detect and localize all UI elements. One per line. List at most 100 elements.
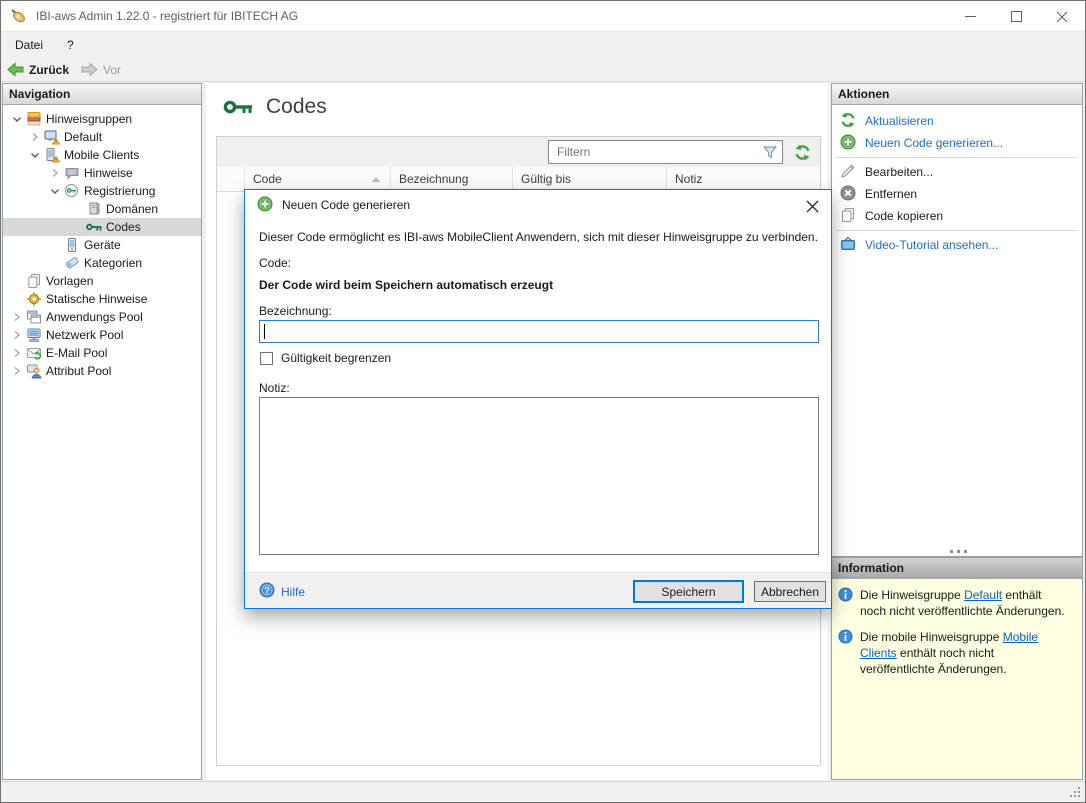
dialog-title: Neuen Code generieren [282, 198, 411, 212]
help-link[interactable]: ? Hilfe [259, 582, 305, 601]
chevron-down-icon [47, 185, 63, 197]
notiz-field[interactable] [259, 397, 819, 555]
status-bar [1, 781, 1085, 802]
tree-item-attribut-pool[interactable]: Attribut Pool [3, 362, 201, 380]
tree-item-kategorien[interactable]: Kategorien [3, 254, 201, 272]
back-button[interactable]: Zurück [1, 60, 75, 79]
tag-icon [63, 255, 80, 271]
tree-item-hinweise[interactable]: Hinweise [3, 164, 201, 182]
dialog-title-bar: Neuen Code generieren [245, 190, 831, 220]
pencil-icon [840, 163, 856, 182]
tree-item-label: Geräte [84, 238, 121, 252]
filter-bar [217, 137, 820, 167]
information-header: Information [832, 558, 1082, 579]
navigation-tree: Hinweisgruppen Default Mobile Clients Hi… [3, 105, 201, 380]
tree-item-domaenen[interactable]: Domänen [3, 200, 201, 218]
action-code-kopieren[interactable]: Code kopieren [832, 205, 1082, 227]
tree-item-label: Kategorien [84, 256, 143, 270]
registration-icon [63, 183, 80, 199]
video-tv-icon [840, 236, 856, 255]
menu-bar: Datei ? [1, 32, 1085, 58]
tree-item-hinweisgruppen[interactable]: Hinweisgruppen [3, 110, 201, 128]
info-text: Die Hinweisgruppe Default enthält noch n… [860, 587, 1068, 619]
nav-toolbar: Zurück Vor [1, 58, 1085, 82]
validity-checkbox-row[interactable]: Gültigkeit begrenzen [260, 351, 391, 365]
tree-item-label: Default [64, 130, 103, 144]
tree-item-statische-hinweise[interactable]: Statische Hinweise [3, 290, 201, 308]
chevron-right-icon [9, 347, 25, 359]
tree-item-mobile-clients[interactable]: Mobile Clients [3, 146, 201, 164]
info-icon [838, 587, 853, 619]
tree-item-label: Anwendungs Pool [46, 310, 143, 324]
bezeichnung-field[interactable] [259, 320, 819, 343]
tree-item-label: Codes [106, 220, 141, 234]
app-windows-icon [25, 309, 42, 325]
navigation-panel: Navigation Hinweisgruppen Default Mobile… [2, 83, 202, 780]
tree-item-anwendungs-pool[interactable]: Anwendungs Pool [3, 308, 201, 326]
column-header-notiz[interactable]: Notiz [667, 167, 820, 191]
column-label: Notiz [675, 172, 703, 186]
add-circle-icon [840, 134, 856, 153]
splitter-handle[interactable] [941, 547, 975, 555]
filter-funnel-icon[interactable] [760, 143, 780, 161]
forward-arrow-icon [81, 62, 98, 77]
tree-item-geraete[interactable]: Geräte [3, 236, 201, 254]
notiz-field-wrap [259, 397, 819, 555]
tree-item-label: Domänen [106, 202, 159, 216]
column-header-code[interactable]: Code [245, 167, 391, 191]
tree-item-label: Mobile Clients [64, 148, 140, 162]
action-entfernen[interactable]: Entfernen [832, 183, 1082, 205]
table-header-selector [217, 167, 245, 191]
information-panel: Information Die Hinweisgruppe Default en… [831, 557, 1083, 780]
dialog-description: Dieser Code ermöglicht es IBI-aws Mobile… [259, 230, 818, 244]
chevron-right-icon [27, 131, 43, 143]
tree-item-email-pool[interactable]: E-Mail Pool [3, 344, 201, 362]
maximize-button[interactable] [993, 1, 1039, 32]
column-header-gueltig-bis[interactable]: Gültig bis [513, 167, 667, 191]
refresh-icon[interactable] [792, 142, 812, 162]
forward-button[interactable]: Vor [75, 60, 127, 79]
chevron-down-icon [9, 113, 25, 125]
back-label: Zurück [29, 62, 70, 77]
action-aktualisieren[interactable]: Aktualisieren [832, 110, 1082, 132]
action-neuen-code-generieren[interactable]: Neuen Code generieren... [832, 132, 1082, 154]
info-link-default[interactable]: Default [964, 588, 1002, 602]
cancel-button[interactable]: Abbrechen [754, 581, 826, 602]
tree-item-label: Netzwerk Pool [46, 328, 124, 342]
app-window: IBI-aws Admin 1.22.0 - registriert für I… [0, 0, 1086, 803]
copy-icon [840, 207, 856, 226]
network-computer-icon [25, 327, 42, 343]
svg-text:?: ? [264, 585, 270, 596]
speech-bubble-icon [63, 165, 80, 181]
save-button[interactable]: Speichern [633, 580, 744, 603]
close-button[interactable] [1039, 1, 1085, 32]
menu-item-help[interactable]: ? [57, 34, 84, 56]
chevron-right-icon [9, 365, 25, 377]
tree-item-label: Hinweisgruppen [46, 112, 133, 126]
action-label: Entfernen [865, 187, 918, 201]
resize-grip[interactable] [1069, 786, 1081, 801]
info-message: Die mobile Hinweisgruppe Mobile Clients … [838, 629, 1076, 677]
tree-item-default[interactable]: Default [3, 128, 201, 146]
forward-label: Vor [103, 62, 122, 77]
tree-item-codes[interactable]: Codes [3, 218, 201, 236]
menu-item-datei[interactable]: Datei [5, 34, 53, 56]
email-icon [25, 345, 42, 361]
title-bar: IBI-aws Admin 1.22.0 - registriert für I… [1, 1, 1085, 32]
action-bearbeiten[interactable]: Bearbeiten... [832, 161, 1082, 183]
action-video-tutorial[interactable]: Video-Tutorial ansehen... [832, 234, 1082, 256]
dialog-close-icon[interactable] [803, 197, 821, 215]
filter-input[interactable] [548, 140, 783, 164]
column-header-bezeichnung[interactable]: Bezeichnung [391, 167, 513, 191]
actions-panel: Aktionen Aktualisieren Neuen Code generi… [831, 83, 1083, 557]
tree-item-registrierung[interactable]: Registrierung [3, 182, 201, 200]
column-label: Code [253, 172, 282, 186]
chevron-right-icon [9, 311, 25, 323]
back-arrow-icon [7, 62, 24, 77]
minimize-button[interactable] [947, 1, 993, 32]
tree-item-vorlagen[interactable]: Vorlagen [3, 272, 201, 290]
validity-checkbox[interactable] [260, 351, 273, 365]
tree-item-netzwerk-pool[interactable]: Netzwerk Pool [3, 326, 201, 344]
